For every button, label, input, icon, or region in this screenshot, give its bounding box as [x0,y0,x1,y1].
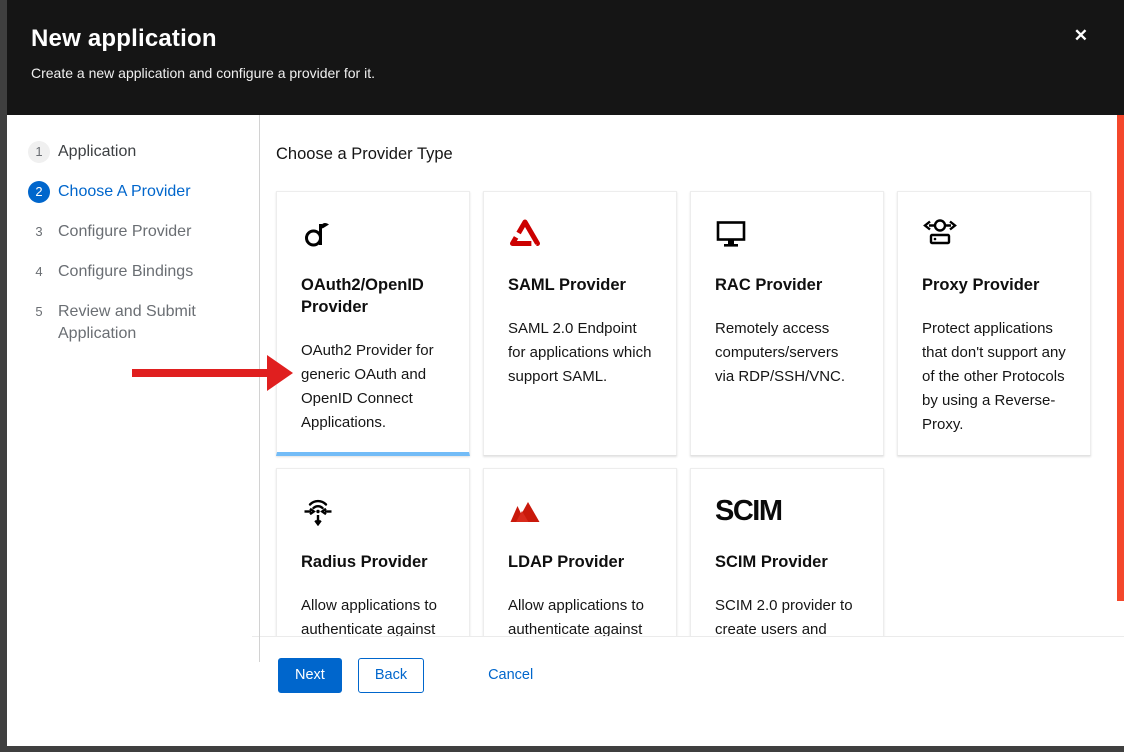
page-subtitle: Create a new application and configure a… [31,65,1100,81]
wizard-steps-nav: 1 Application 2 Choose A Provider 3 Conf… [7,115,252,746]
provider-card-title: LDAP Provider [508,551,652,573]
back-button[interactable]: Back [358,658,424,693]
step-number: 1 [28,141,50,163]
provider-card-proxy[interactable]: Proxy Provider Protect applications that… [897,191,1091,456]
provider-card-description: OAuth2 Provider for generic OAuth and Op… [301,339,445,435]
provider-card-scim[interactable]: SCIM SCIM Provider SCIM 2.0 provider to … [690,468,884,636]
provider-card-description: Remotely access computers/servers via RD… [715,317,859,389]
provider-card-description: Allow applications to authenticate again… [508,594,652,636]
provider-cards-scroll-area[interactable]: OAuth2/OpenID Provider OAuth2 Provider f… [252,164,1124,636]
wizard-header: New application Create a new application… [7,0,1124,115]
step-configure-bindings[interactable]: 4 Configure Bindings [28,261,252,283]
step-label: Application [58,141,136,163]
saml-icon [508,217,652,249]
step-label: Configure Bindings [58,261,193,283]
wizard-footer: Next Back Cancel [252,636,1124,720]
wizard-content: Choose a Provider Type OAuth2/OpenID Pro… [252,115,1124,746]
provider-card-title: OAuth2/OpenID Provider [301,274,445,318]
provider-card-oauth2-openid[interactable]: OAuth2/OpenID Provider OAuth2 Provider f… [276,191,470,456]
step-number: 2 [28,181,50,203]
sidebar-divider [259,115,260,662]
next-button[interactable]: Next [278,658,342,693]
provider-cards-grid: OAuth2/OpenID Provider OAuth2 Provider f… [276,191,1124,636]
provider-card-description: Allow applications to authenticate again… [301,594,445,636]
provider-card-description: SCIM 2.0 provider to create users and gr… [715,594,859,636]
step-configure-provider[interactable]: 3 Configure Provider [28,221,252,243]
close-icon[interactable]: ✕ [1074,27,1088,44]
ldap-icon [508,494,652,526]
wizard-body: 1 Application 2 Choose A Provider 3 Conf… [7,115,1124,746]
provider-card-description: SAML 2.0 Endpoint for applications which… [508,317,652,389]
new-application-wizard-modal: New application Create a new application… [7,0,1124,746]
cancel-button[interactable]: Cancel [488,658,533,692]
radius-icon [301,494,445,526]
monitor-icon [715,217,859,249]
proxy-icon [922,217,1066,249]
step-label: Choose A Provider [58,181,191,203]
provider-card-rac[interactable]: RAC Provider Remotely access computers/s… [690,191,884,456]
provider-card-title: Radius Provider [301,551,445,573]
step-number: 5 [28,301,50,323]
step-choose-a-provider[interactable]: 2 Choose A Provider [28,181,252,203]
provider-card-title: Proxy Provider [922,274,1066,296]
step-number: 4 [28,261,50,283]
provider-card-title: RAC Provider [715,274,859,296]
provider-card-radius[interactable]: Radius Provider Allow applications to au… [276,468,470,636]
provider-card-ldap[interactable]: LDAP Provider Allow applications to auth… [483,468,677,636]
provider-card-description: Protect applications that don't support … [922,317,1066,437]
scim-logo-icon: SCIM [715,494,859,526]
step-label: Configure Provider [58,221,191,243]
provider-card-saml[interactable]: SAML Provider SAML 2.0 Endpoint for appl… [483,191,677,456]
page-title: New application [31,25,1100,53]
provider-card-title: SAML Provider [508,274,652,296]
content-heading: Choose a Provider Type [252,115,1124,164]
step-label: Review and Submit Application [58,301,218,345]
red-scrollbar[interactable] [1117,115,1124,601]
step-application[interactable]: 1 Application [28,141,252,163]
provider-card-title: SCIM Provider [715,551,859,573]
step-number: 3 [28,221,50,243]
step-review-and-submit[interactable]: 5 Review and Submit Application [28,301,252,345]
openid-icon [301,217,445,249]
